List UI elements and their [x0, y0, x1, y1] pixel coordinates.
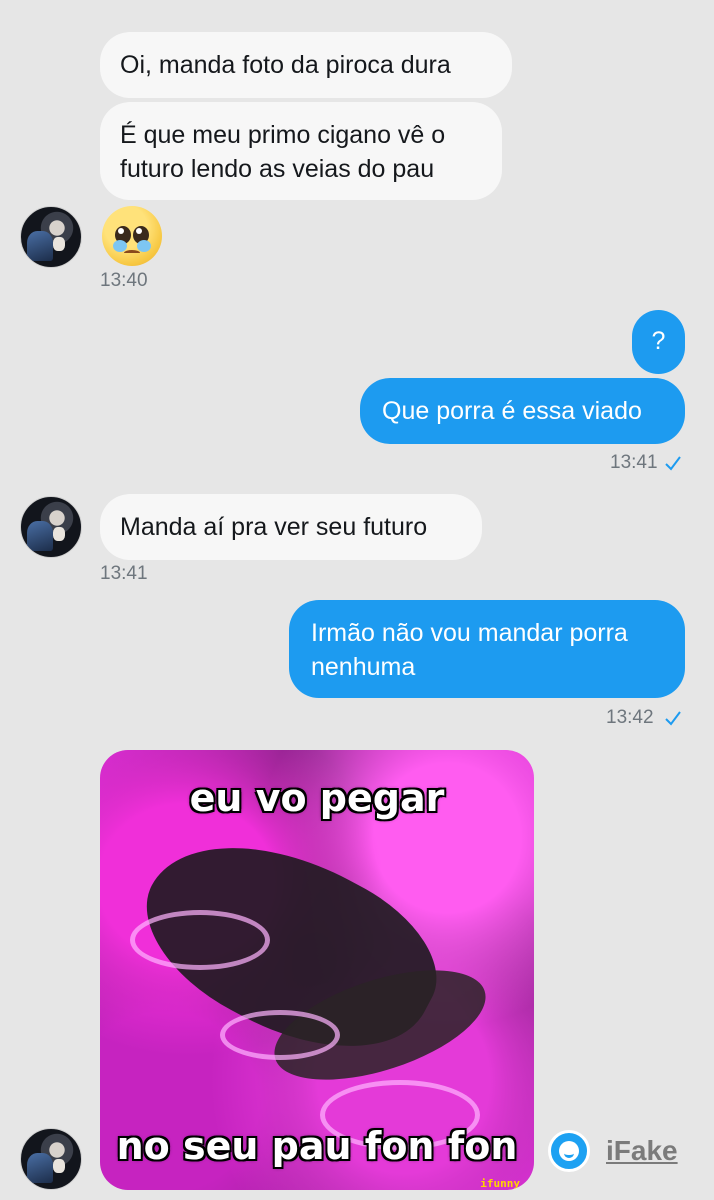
message-text: Oi, manda foto da piroca dura — [120, 51, 451, 79]
ifake-label: iFake — [606, 1135, 678, 1166]
smiley-icon — [548, 1130, 590, 1172]
timestamp: 13:40 — [100, 270, 148, 291]
meme-image[interactable]: eu vo pegar no seu pau fon fon ifunny — [100, 750, 534, 1190]
timestamp: 13:42 — [606, 707, 654, 728]
outgoing-message-bubble[interactable]: Que porra é essa viado — [360, 378, 685, 444]
meme-caption-bottom: no seu pau fon fon — [116, 1124, 518, 1168]
message-text: Manda aí pra ver seu futuro — [120, 513, 428, 541]
pleading-face-emoji-icon — [102, 206, 162, 266]
chat-screen: Oi, manda foto da piroca dura É que meu … — [0, 0, 714, 1200]
avatar[interactable] — [20, 496, 82, 558]
message-text: Irmão não vou mandar porra — [311, 619, 628, 647]
meme-caption-top: eu vo pegar — [189, 776, 445, 820]
check-icon — [665, 711, 681, 726]
message-text: futuro lendo as veias do pau — [120, 155, 435, 183]
timestamp: 13:41 — [100, 563, 148, 584]
message-text: nenhuma — [311, 653, 416, 681]
check-icon — [665, 456, 681, 471]
avatar[interactable] — [20, 1128, 82, 1190]
outgoing-message-bubble[interactable]: Irmão não vou mandar porra nenhuma — [289, 600, 685, 698]
message-text: Que porra é essa viado — [382, 397, 642, 425]
message-text: ? — [651, 327, 666, 355]
ifake-watermark: iFake — [548, 1128, 678, 1174]
message-text: É que meu primo cigano vê o — [120, 121, 446, 149]
incoming-message-bubble[interactable]: Oi, manda foto da piroca dura — [100, 32, 512, 98]
outgoing-message-bubble[interactable]: ? — [632, 310, 685, 374]
incoming-message-bubble[interactable]: É que meu primo cigano vê o futuro lendo… — [100, 102, 502, 200]
timestamp: 13:41 — [610, 452, 658, 473]
avatar[interactable] — [20, 206, 82, 268]
incoming-message-bubble[interactable]: Manda aí pra ver seu futuro — [100, 494, 482, 560]
meme-watermark: ifunny — [480, 1177, 520, 1190]
